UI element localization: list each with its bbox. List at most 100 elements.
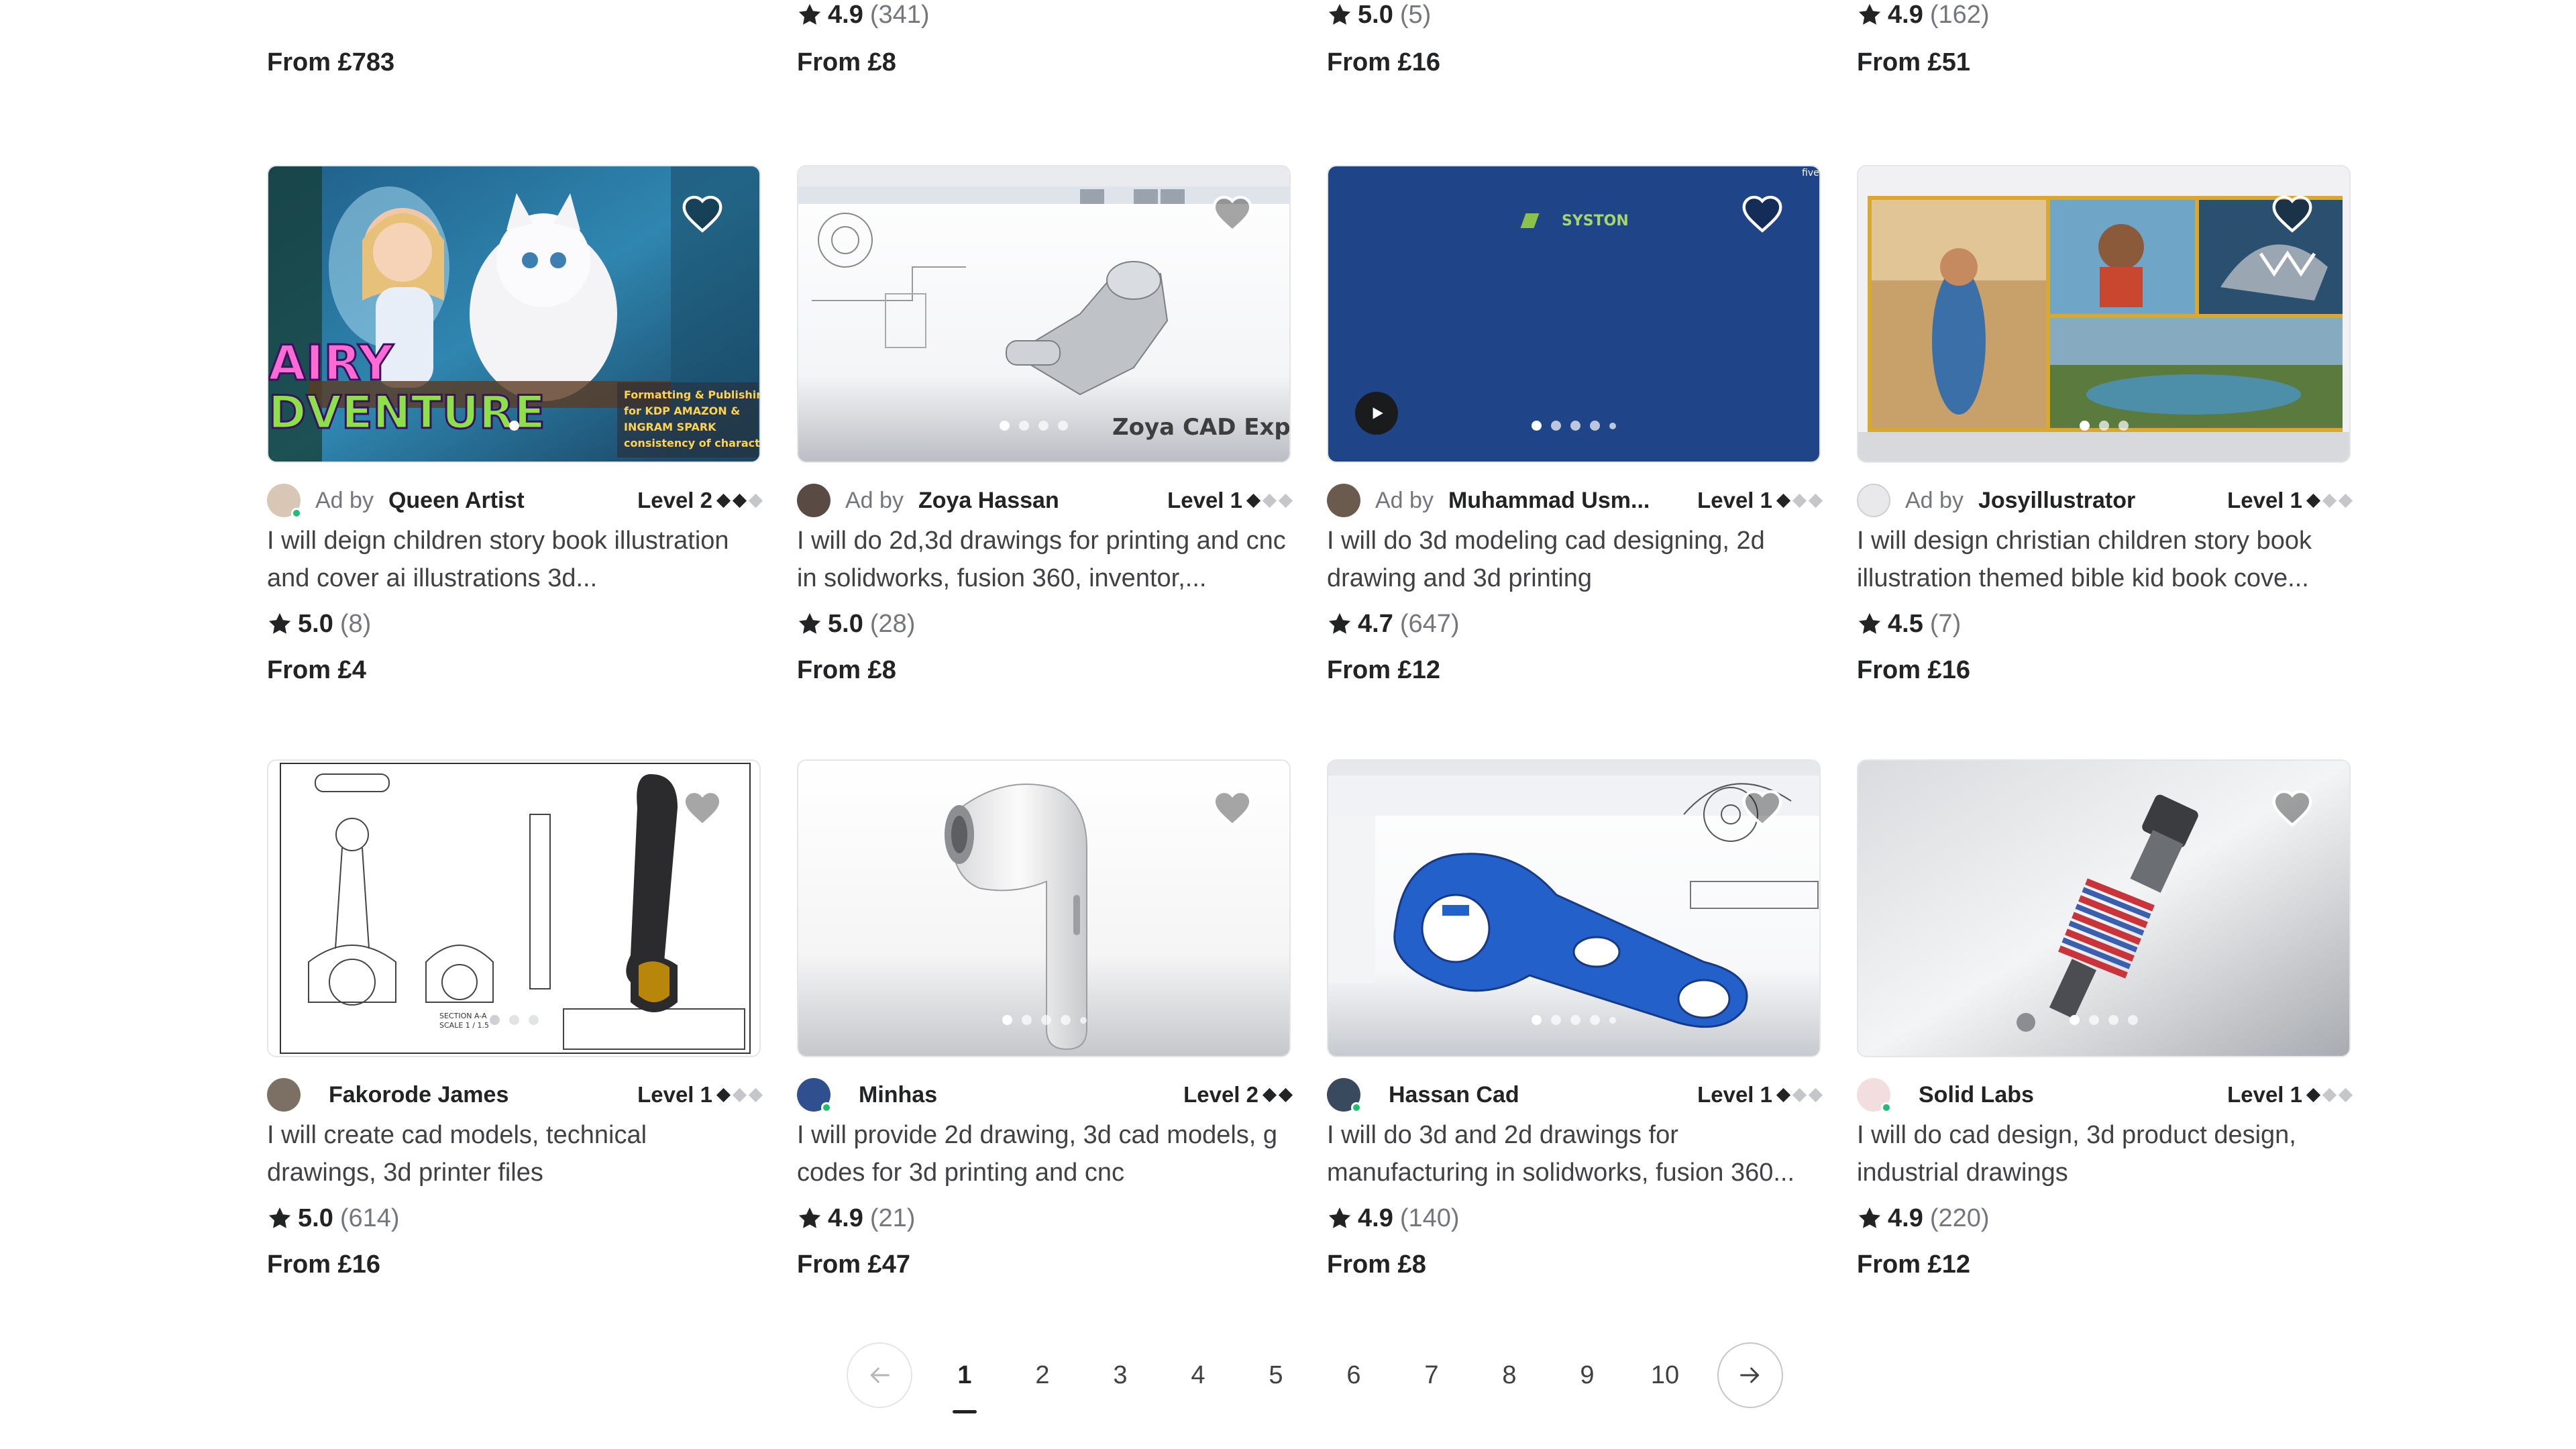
carousel-dot[interactable] [1609,1017,1616,1024]
carousel-dot[interactable] [1038,421,1049,431]
heart-icon[interactable] [2270,193,2314,233]
image-carousel-dots[interactable] [268,1015,759,1025]
carousel-dot[interactable] [2089,1015,2099,1025]
page-3-link[interactable]: 3 [1081,1342,1159,1408]
image-carousel-dots[interactable] [1858,1015,2349,1025]
page-5-link[interactable]: 5 [1237,1342,1315,1408]
carousel-dot[interactable] [1590,421,1600,431]
gig-title[interactable]: I will do cad design, 3d product design,… [1857,1116,2351,1191]
carousel-dot[interactable] [1002,1015,1012,1025]
heart-icon[interactable] [2270,788,2314,828]
carousel-dot[interactable] [1041,1015,1051,1025]
image-carousel-dots[interactable] [1328,421,1819,431]
seller-name[interactable]: Hassan Cad [1389,1082,1519,1108]
page-9-link[interactable]: 9 [1548,1342,1626,1408]
carousel-dot[interactable] [528,1015,539,1025]
seller-avatar[interactable] [1327,484,1360,517]
gig-price[interactable]: From £12 [1327,656,1440,685]
gig-thumbnail[interactable]: SYSTON fiverr [1327,165,1821,463]
gig-card[interactable]: AIRY DVENTURE Formatting & Publishing fo… [267,165,763,729]
gig-title[interactable]: I will deign children story book illustr… [267,522,761,597]
gig-card[interactable]: SECTION A-A SCALE 1 / 1.5 Fakorode James… [267,759,763,1323]
image-carousel-dots[interactable] [1328,1015,1819,1025]
previous-page-button[interactable] [847,1342,912,1408]
heart-icon[interactable] [680,788,724,828]
page-8-link[interactable]: 8 [1470,1342,1548,1408]
gig-thumbnail[interactable]: AIRY DVENTURE Formatting & Publishing fo… [267,165,761,463]
carousel-dot[interactable] [489,1015,500,1025]
carousel-dot[interactable] [1532,421,1542,431]
carousel-dot[interactable] [1019,421,1029,431]
carousel-dot[interactable] [2128,1015,2138,1025]
image-carousel-dots[interactable] [268,421,759,431]
heart-icon[interactable] [1210,788,1254,828]
carousel-dot[interactable] [2108,1015,2118,1025]
seller-name[interactable]: Muhammad Usm... [1448,488,1650,514]
carousel-dot[interactable] [1000,421,1010,431]
gig-thumbnail[interactable] [1857,165,2351,463]
gig-title[interactable]: I will design christian children story b… [1857,522,2351,597]
heart-icon[interactable] [1740,193,1784,233]
page-6-link[interactable]: 6 [1315,1342,1393,1408]
page-2-link[interactable]: 2 [1004,1342,1081,1408]
seller-avatar[interactable] [1857,1078,1892,1113]
carousel-dot[interactable] [1080,1017,1087,1024]
carousel-dot[interactable] [508,421,519,431]
carousel-dot[interactable] [2098,421,2109,431]
heart-icon[interactable] [680,193,724,233]
gig-title[interactable]: I will do 3d and 2d drawings for manufac… [1327,1116,1821,1191]
gig-price[interactable]: From £8 [797,656,896,685]
heart-icon[interactable] [1740,788,1784,828]
carousel-dot[interactable] [2079,421,2090,431]
carousel-dot[interactable] [2070,1015,2080,1025]
gig-card[interactable]: Minhas Level 2 I will provide 2d drawing… [797,759,1293,1323]
page-7-link[interactable]: 7 [1393,1342,1470,1408]
seller-name[interactable]: Josyillustrator [1978,488,2135,514]
page-10-link[interactable]: 10 [1626,1342,1704,1408]
gig-price[interactable]: From £8 [1327,1250,1426,1279]
gig-thumbnail[interactable]: Zoya CAD Expe [797,165,1291,463]
carousel-dot[interactable] [2118,421,2129,431]
gig-card[interactable]: Hassan Cad Level 1 I will do 3d and 2d d… [1327,759,1823,1323]
gig-title[interactable]: I will do 3d modeling cad designing, 2d … [1327,522,1821,597]
gig-price[interactable]: From £12 [1857,1250,1970,1279]
seller-name[interactable]: Solid Labs [1919,1082,2034,1108]
carousel-dot[interactable] [1551,1015,1561,1025]
page-4-link[interactable]: 4 [1159,1342,1237,1408]
gig-title[interactable]: I will create cad models, technical draw… [267,1116,761,1191]
gig-thumbnail[interactable]: SECTION A-A SCALE 1 / 1.5 [267,759,761,1057]
gig-price[interactable]: From £47 [797,1250,910,1279]
carousel-dot[interactable] [1590,1015,1600,1025]
gig-card[interactable]: SYSTON fiverr Ad by Muhammad Usm... Leve… [1327,165,1823,729]
image-carousel-dots[interactable] [798,1015,1289,1025]
gig-card[interactable]: Zoya CAD Expe Ad by Zoya Hassan Level 1 … [797,165,1293,729]
page-1-link[interactable]: 1 [926,1342,1004,1413]
gig-thumbnail[interactable] [797,759,1291,1057]
gig-thumbnail[interactable] [1327,759,1821,1057]
carousel-dot[interactable] [1570,421,1580,431]
carousel-dot[interactable] [1058,421,1068,431]
seller-name[interactable]: Fakorode James [329,1082,508,1108]
seller-avatar[interactable] [797,484,830,517]
carousel-dot[interactable] [1570,1015,1580,1025]
next-page-button[interactable] [1717,1342,1783,1408]
seller-name[interactable]: Zoya Hassan [918,488,1059,514]
image-carousel-dots[interactable] [798,421,1289,431]
seller-avatar[interactable] [267,1078,301,1112]
gig-title[interactable]: I will provide 2d drawing, 3d cad models… [797,1116,1291,1191]
gig-price[interactable]: From £16 [267,1250,380,1279]
seller-avatar[interactable] [1857,484,1890,517]
gig-price[interactable]: From £4 [267,656,366,685]
heart-icon[interactable] [1210,193,1254,233]
gig-thumbnail[interactable] [1857,759,2351,1057]
carousel-dot[interactable] [1532,1015,1542,1025]
image-carousel-dots[interactable] [1858,421,2349,431]
gig-price[interactable]: From £16 [1857,656,1970,685]
carousel-dot[interactable] [1609,423,1616,429]
gig-card[interactable]: Solid Labs Level 1 I will do cad design,… [1857,759,2353,1323]
carousel-dot[interactable] [1022,1015,1032,1025]
seller-name[interactable]: Minhas [859,1082,937,1108]
seller-name[interactable]: Queen Artist [388,488,525,514]
carousel-dot[interactable] [1061,1015,1071,1025]
carousel-dot[interactable] [508,1015,519,1025]
